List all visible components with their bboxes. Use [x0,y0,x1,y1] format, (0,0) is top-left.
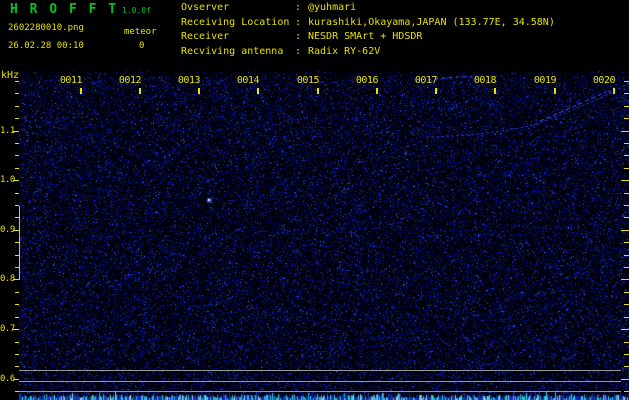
observer-info-label: Receiving Location [181,16,290,28]
observer-info-row: Ovserver: @yuhmari [181,2,555,17]
time-tick-label: 0019 [533,75,557,86]
observer-info-value: @yuhmari [308,2,357,13]
time-tick-label: 0012 [118,75,142,86]
app-version: 1.0.0f [122,6,151,15]
freq-minor-tick-left [15,193,19,194]
freq-minor-tick-left [15,217,19,218]
freq-minor-tick-right [624,217,629,218]
freq-tick-label: 0.8 [0,274,15,284]
freq-tick-label: 1.1 [0,126,15,136]
time-tick [139,88,141,94]
freq-tick-label: 0.9 [0,225,15,235]
freq-minor-tick-left [15,168,19,169]
observer-info-separator: : [295,2,302,13]
observer-info-value: Radix RY-62V [308,45,381,57]
freq-minor-tick-right [624,267,629,268]
observer-info-row: Receiving Location: kurashiki,Okayama,JAP… [181,17,555,32]
time-tick-label: 0017 [414,75,438,86]
freq-minor-tick-right [624,255,629,256]
freq-tick-label: 0.7 [0,324,15,334]
freq-minor-tick-right [624,106,629,107]
observer-info-label: Ovserver [181,2,230,13]
freq-minor-tick-right [624,168,629,169]
datetime-label: 26.02.28 00:10 [8,41,84,51]
freq-minor-tick-left [15,155,19,156]
freq-minor-tick-left [15,143,19,144]
freq-major-tick-right [621,131,629,132]
observer-info-row: Receiver: NESDR SMArt + HDSDR [181,31,555,46]
freq-major-tick-right [621,180,629,181]
freq-minor-tick-left [15,267,19,268]
hrofft-screen: H R O F F T 1.0.0f 2602280010.png meteor… [0,0,629,400]
observer-info-value: NESDR SMArt + HDSDR [308,31,423,43]
time-tick-label: 0013 [177,75,201,86]
freq-minor-tick-right [624,304,629,305]
observer-info-separator: : [295,45,302,57]
time-tick [494,88,496,94]
freq-minor-tick-left [15,317,19,318]
freq-minor-tick-left [15,342,19,343]
freq-minor-tick-left [15,292,19,293]
time-tick [257,88,259,94]
freq-minor-tick-left [15,205,19,206]
freq-minor-tick-left [15,242,19,243]
freq-minor-tick-right [624,143,629,144]
time-tick [435,88,437,94]
observer-info-separator: : [295,16,302,28]
observer-info-block: Ovserver: @yuhmari Receiving Location: kura… [181,2,555,60]
freq-minor-tick-left [15,255,19,256]
doppler-trace-main [425,82,629,138]
freq-minor-tick-right [624,118,629,119]
observer-info-value: kurashiki,Okayama,JAPAN (133.77E, 34.58N… [308,16,555,28]
doppler-trace-main-bright [539,91,607,122]
freq-minor-tick-right [624,317,629,318]
freq-minor-tick-right [624,391,629,392]
freq-minor-tick-left [15,304,19,305]
freq-minor-tick-right [624,242,629,243]
time-tick [554,88,556,94]
freq-minor-tick-right [624,205,629,206]
meteor-counter-label: meteor [124,27,157,37]
time-tick-label: 0011 [59,75,83,86]
freq-major-tick-right [621,230,629,231]
freq-minor-tick-right [624,155,629,156]
output-filename: 2602280010.png [8,23,84,33]
freq-tick-label: 1.0 [0,175,15,185]
khz-axis-unit-label: kHz [1,70,20,81]
time-tick [317,88,319,94]
observer-info-separator: : [295,31,302,43]
observer-info-row: Recviving antenna: Radix RY-62V [181,46,555,61]
freq-minor-tick-right [624,81,629,82]
time-tick-label: 0015 [296,75,320,86]
freq-minor-tick-left [15,391,19,392]
freq-minor-tick-left [15,81,19,82]
freq-minor-tick-right [624,193,629,194]
time-tick [80,88,82,94]
freq-minor-tick-left [15,93,19,94]
time-tick [198,88,200,94]
freq-major-tick-right [621,279,629,280]
freq-tick-label: 0.6 [0,374,15,384]
time-tick [613,88,615,94]
time-tick-label: 0014 [236,75,260,86]
freq-minor-tick-right [624,292,629,293]
time-tick [376,88,378,94]
freq-minor-tick-left [15,366,19,367]
meteor-counter-value: 0 [139,41,145,51]
freq-major-tick-right [621,379,629,380]
freq-minor-tick-right [624,342,629,343]
freq-minor-tick-left [15,106,19,107]
time-tick-label: 0016 [355,75,379,86]
freq-minor-tick-left [15,118,19,119]
time-tick-label: 0018 [473,75,497,86]
time-tick-label: 0020 [592,75,616,86]
freq-minor-tick-right [624,366,629,367]
freq-minor-tick-right [624,354,629,355]
freq-minor-tick-left [15,354,19,355]
freq-minor-tick-right [624,93,629,94]
observer-info-label: Receiver [181,31,230,43]
app-title: H R O F F T [10,2,119,17]
observer-info-label: Recviving antenna [181,45,284,57]
freq-major-tick-right [621,329,629,330]
